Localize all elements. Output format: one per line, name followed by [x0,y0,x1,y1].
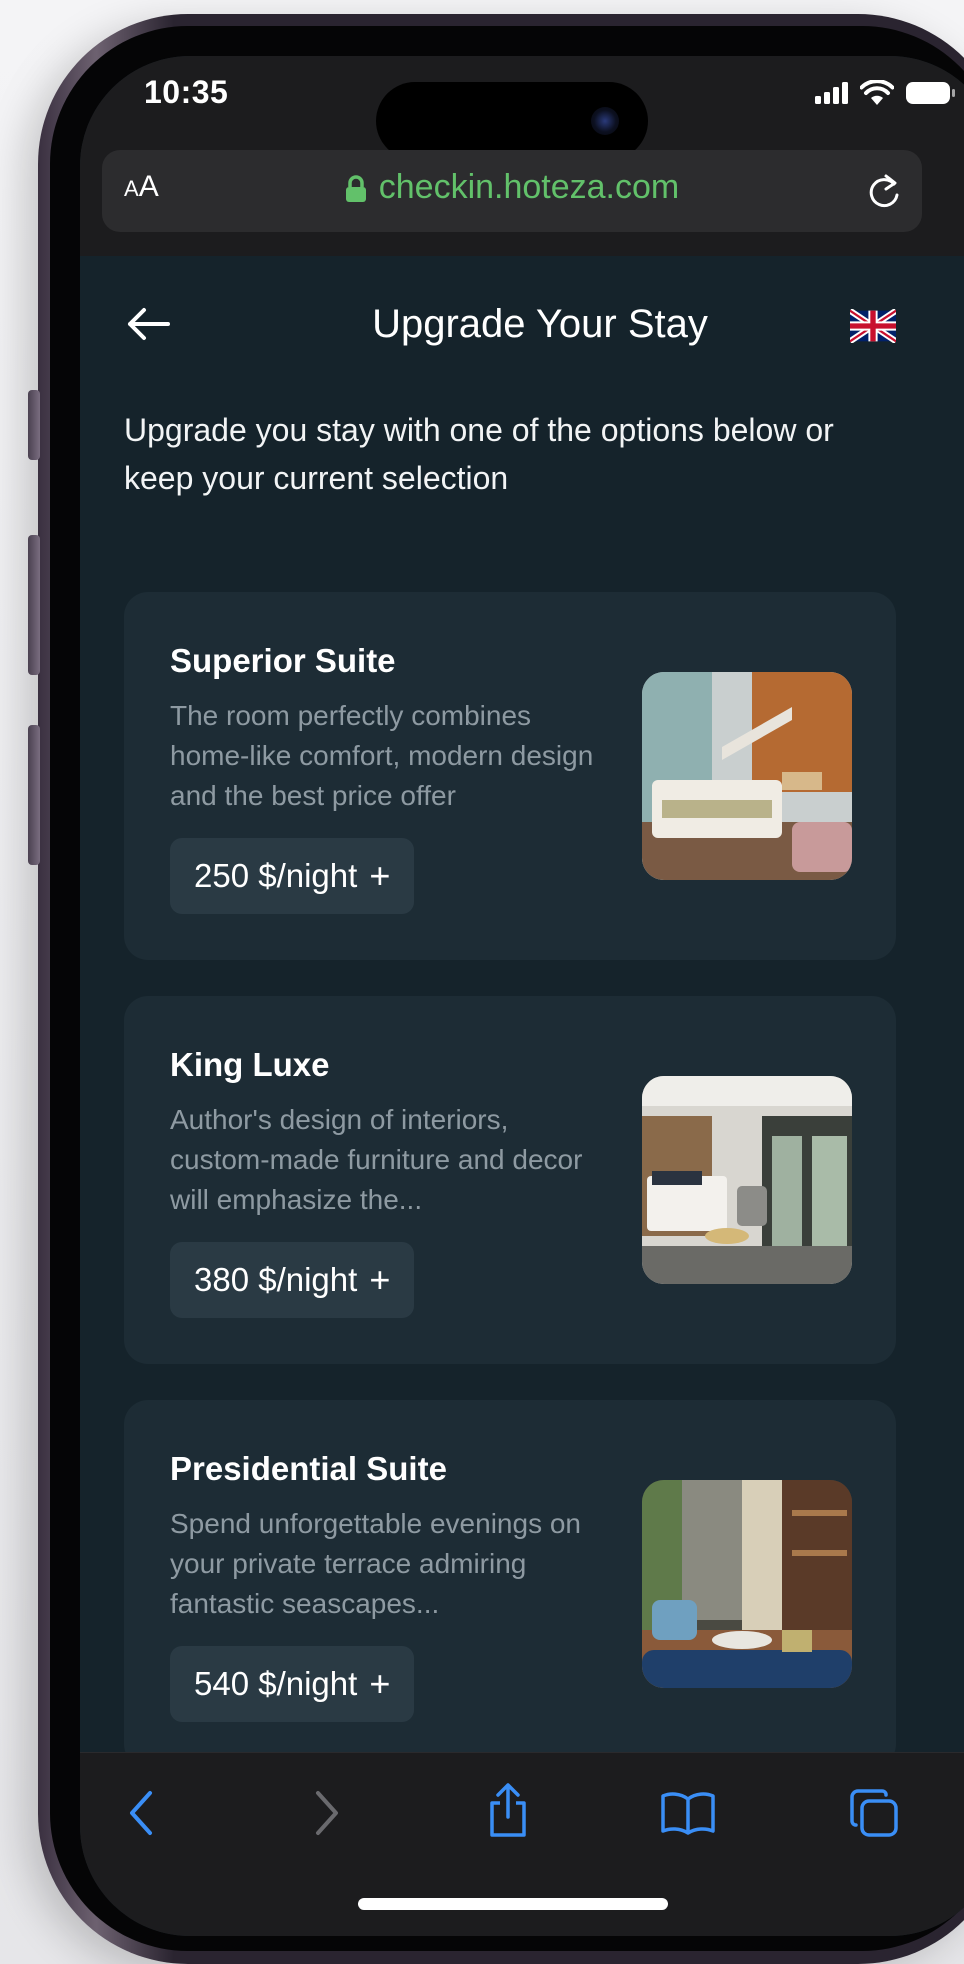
status-icons [815,80,955,106]
reload-icon[interactable] [864,170,904,212]
forward-icon[interactable] [312,1789,342,1837]
uk-flag-icon[interactable] [850,309,896,343]
phone-screen: 10:35 AA checkin.hoteza.com Upgrade Your… [80,56,964,1936]
url-text: checkin.hoteza.com [378,168,680,206]
volume-down-button [28,725,40,865]
plus-icon: + [369,855,391,896]
room-price: 380 $/night [194,1261,358,1298]
front-camera-icon [591,107,619,135]
room-name: Presidential Suite [170,1450,447,1487]
page-content: Upgrade Your Stay Upgrade you stay with … [80,256,964,1768]
dynamic-island [376,82,648,160]
page-title: Upgrade Your Stay [372,302,708,346]
bookmarks-icon[interactable] [660,1791,716,1835]
battery-icon [906,82,955,104]
room-card-king-luxe[interactable]: King Luxe Author's design of interiors, … [124,996,896,1364]
back-icon[interactable] [126,1789,156,1837]
room-photo [642,672,852,880]
room-card-presidential-suite[interactable]: Presidential Suite Spend unforgettable e… [124,1400,896,1768]
room-price: 540 $/night [194,1665,358,1702]
plus-icon: + [369,1259,391,1300]
address-bar[interactable]: AA checkin.hoteza.com [102,150,922,232]
room-photo [642,1076,852,1284]
browser-top-bar: 10:35 AA checkin.hoteza.com [80,56,964,256]
cellular-signal-icon [815,82,848,104]
room-description: The room perfectly combines home-like co… [170,700,594,811]
room-name: Superior Suite [170,642,396,679]
add-room-button[interactable]: 380 $/night + [170,1242,415,1318]
room-card-superior-suite[interactable]: Superior Suite The room perfectly combin… [124,592,896,960]
volume-up-button [28,535,40,675]
action-button [28,390,40,460]
room-photo [642,1480,852,1688]
home-indicator[interactable] [358,1898,668,1910]
url-display[interactable]: checkin.hoteza.com [102,168,922,207]
room-name: King Luxe [170,1046,330,1083]
status-time: 10:35 [144,74,229,110]
wifi-icon [860,80,894,105]
room-description: Spend unforgettable evenings on your pri… [170,1508,581,1619]
intro-text: Upgrade you stay with one of the options… [124,412,834,496]
plus-icon: + [369,1663,391,1704]
room-price: 250 $/night [194,857,358,894]
lock-icon [345,175,366,203]
share-icon[interactable] [486,1781,530,1839]
add-room-button[interactable]: 540 $/night + [170,1646,415,1722]
room-description: Author's design of interiors, custom-mad… [170,1104,583,1215]
add-room-button[interactable]: 250 $/night + [170,838,415,914]
device-stage: 10:35 AA checkin.hoteza.com Upgrade Your… [0,0,964,1964]
tabs-icon[interactable] [848,1787,900,1839]
